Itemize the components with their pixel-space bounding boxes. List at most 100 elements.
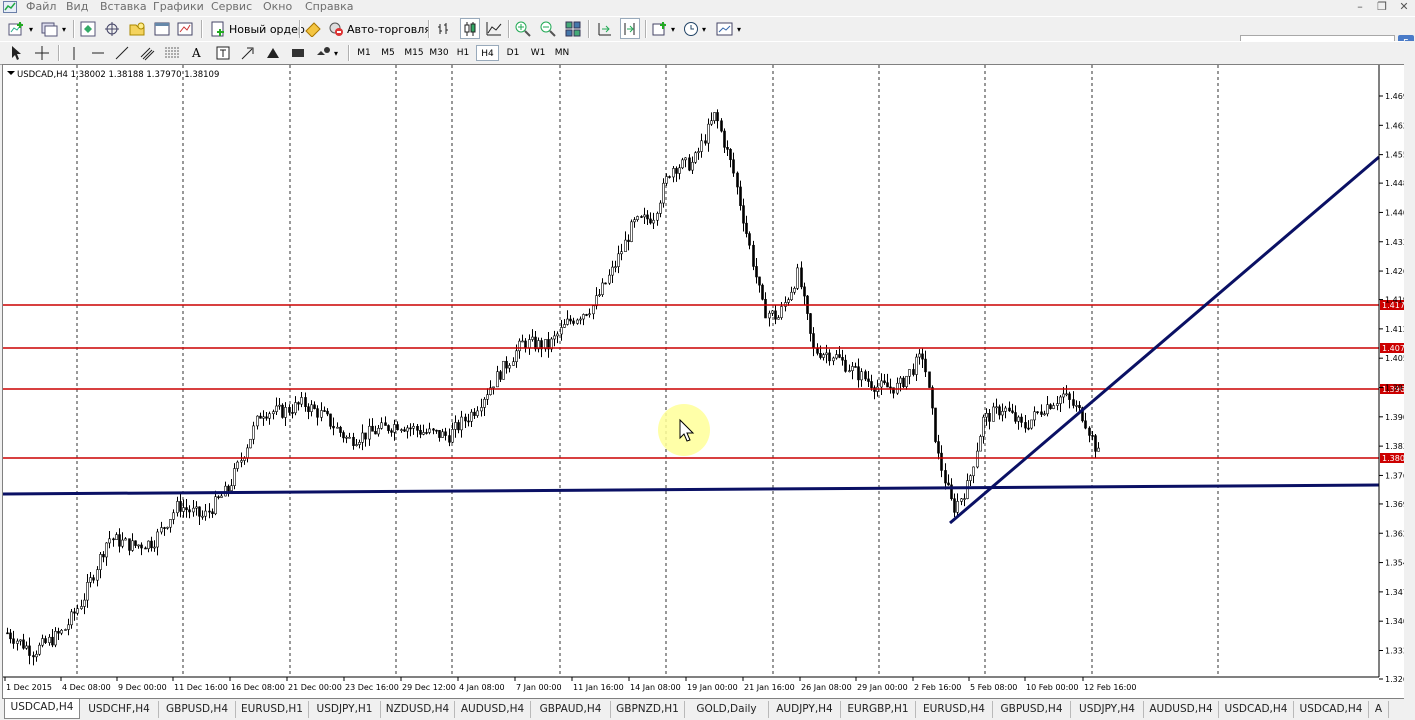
trendline-button[interactable]	[115, 43, 129, 63]
minimize-icon[interactable]: –	[1349, 0, 1371, 14]
market-watch-button[interactable]	[80, 19, 96, 39]
chart-tab[interactable]: USDCAD,H4	[4, 699, 80, 719]
chart-shift-button[interactable]	[620, 18, 640, 39]
chart-tab[interactable]: GOLD,Daily	[685, 701, 769, 718]
new-order-button[interactable]: Новый ордер	[210, 19, 305, 39]
line-chart-button[interactable]	[486, 19, 502, 39]
chart-collapse-icon[interactable]	[7, 71, 15, 75]
arrow-button[interactable]	[240, 43, 256, 63]
timeframe-m1[interactable]: M1	[353, 45, 375, 61]
timeframe-d1[interactable]: D1	[502, 45, 524, 61]
candle-body	[38, 644, 41, 655]
candle-body	[208, 510, 211, 513]
candle-body	[1056, 403, 1059, 406]
periods-button[interactable]: ▾	[683, 19, 706, 39]
candlestick-chart-button[interactable]	[460, 18, 480, 39]
menu-view[interactable]: Вид	[66, 0, 88, 14]
timeframe-h4[interactable]: H4	[476, 45, 499, 61]
templates-button[interactable]: ▾	[716, 19, 741, 39]
candle-body	[1059, 396, 1062, 404]
chart-tab[interactable]: GBPNZD,H1	[611, 701, 685, 718]
timeframe-m30[interactable]: M30	[426, 45, 452, 61]
chart-tab[interactable]: USDCAD,H4	[1219, 701, 1294, 718]
new-chart-button[interactable]: ▾	[8, 19, 33, 39]
horizontal-line-button[interactable]	[91, 43, 105, 63]
rising-trendline[interactable]	[949, 155, 1380, 525]
time-axis-label: 11 Jan 16:00	[573, 683, 624, 692]
timeframe-m15[interactable]: M15	[401, 45, 427, 61]
timeframe-m5[interactable]: M5	[377, 45, 399, 61]
cursor-tool-button[interactable]	[9, 43, 23, 63]
more-objects-button[interactable]: ▾	[315, 43, 338, 63]
indicators-button[interactable]: ▾	[652, 19, 675, 39]
candle-body	[857, 366, 860, 381]
chart-tab[interactable]: GBPUSD,H4	[159, 701, 236, 718]
candle-body	[246, 447, 249, 459]
triangle-button[interactable]	[265, 43, 281, 63]
chart-tab[interactable]: A	[1369, 701, 1389, 718]
profiles-button[interactable]: ▾	[41, 19, 66, 39]
channel-button[interactable]	[140, 43, 156, 63]
text-label-button[interactable]	[216, 43, 230, 63]
chart-tab[interactable]: EURUSD,H1	[236, 701, 309, 718]
support-trendline[interactable]	[3, 483, 1380, 496]
text-tool-button[interactable]: A	[192, 43, 201, 63]
strategy-tester-button[interactable]	[177, 19, 193, 39]
chart-tab[interactable]: AUDJPY,H4	[769, 701, 841, 718]
chart-tab[interactable]: USDJPY,H1	[309, 701, 381, 718]
timeframe-mn[interactable]: MN	[551, 45, 573, 61]
menu-insert[interactable]: Вставка	[100, 0, 147, 14]
restore-icon[interactable]: ❐	[1371, 0, 1393, 14]
crosshair-tool-button[interactable]	[34, 43, 50, 63]
timeframe-h1[interactable]: H1	[452, 45, 474, 61]
data-window-button[interactable]	[104, 19, 120, 39]
candle-body	[89, 577, 92, 583]
menu-window[interactable]: Окно	[263, 0, 292, 14]
time-axis-label: 23 Dec 16:00	[345, 683, 399, 692]
fibonacci-button[interactable]	[164, 43, 180, 63]
chart-tab[interactable]: AUDUSD,H4	[455, 701, 531, 718]
candle-body	[236, 461, 239, 469]
chart-tab[interactable]: GBPUSD,H4	[993, 701, 1071, 718]
vertical-line-button[interactable]	[68, 43, 80, 63]
terminal-button[interactable]	[154, 19, 170, 39]
menu-tools[interactable]: Сервис	[211, 0, 252, 14]
chart-tab[interactable]: USDCAD,H4	[1294, 701, 1369, 718]
chart-tab[interactable]: EURUSD,H4	[916, 701, 993, 718]
candle-body	[793, 288, 796, 293]
close-icon[interactable]: ✕	[1393, 0, 1415, 14]
time-axis-label: 10 Feb 00:00	[1026, 683, 1078, 692]
menu-help[interactable]: Справка	[305, 0, 353, 14]
candle-body	[211, 511, 214, 515]
chart-tab[interactable]: AUDUSD,H4	[1144, 701, 1219, 718]
zoom-out-button[interactable]	[540, 19, 556, 39]
chart-tab[interactable]: GBPAUD,H4	[531, 701, 611, 718]
candle-body	[659, 202, 662, 214]
navigator-button[interactable]	[128, 19, 146, 39]
chart-tab[interactable]: NZDUSD,H4	[381, 701, 455, 718]
metaeditor-button[interactable]	[304, 19, 322, 39]
candle-body	[403, 429, 406, 432]
candle-body	[601, 282, 604, 295]
candle-body	[966, 480, 969, 499]
candle-body	[534, 336, 537, 350]
chart-tab[interactable]: USDJPY,H4	[1071, 701, 1144, 718]
menu-charts[interactable]: Графики	[153, 0, 204, 14]
timeframe-w1[interactable]: W1	[527, 45, 549, 61]
chart-window[interactable]: 1.417531.407271.396931.38000 1.469501.46…	[2, 64, 1413, 699]
candle-body	[230, 485, 233, 491]
chart-tab[interactable]: EURGBP,H1	[841, 701, 916, 718]
menu-file[interactable]: Файл	[26, 0, 56, 14]
autotrading-button[interactable]: Авто-торговля	[328, 19, 431, 39]
chart-tab[interactable]: USDCHF,H4	[80, 701, 159, 718]
candle-body	[576, 319, 579, 324]
candle-body	[777, 317, 780, 320]
tile-windows-button[interactable]	[565, 19, 581, 39]
price-chart[interactable]: 1.417531.407271.396931.38000 1.469501.46…	[3, 65, 1412, 698]
bar-chart-button[interactable]	[436, 19, 452, 39]
rectangle-button[interactable]	[290, 43, 306, 63]
candle-body	[1062, 393, 1065, 398]
candle-body	[1008, 407, 1011, 412]
auto-scroll-button[interactable]	[596, 19, 612, 39]
zoom-in-button[interactable]	[515, 19, 531, 39]
